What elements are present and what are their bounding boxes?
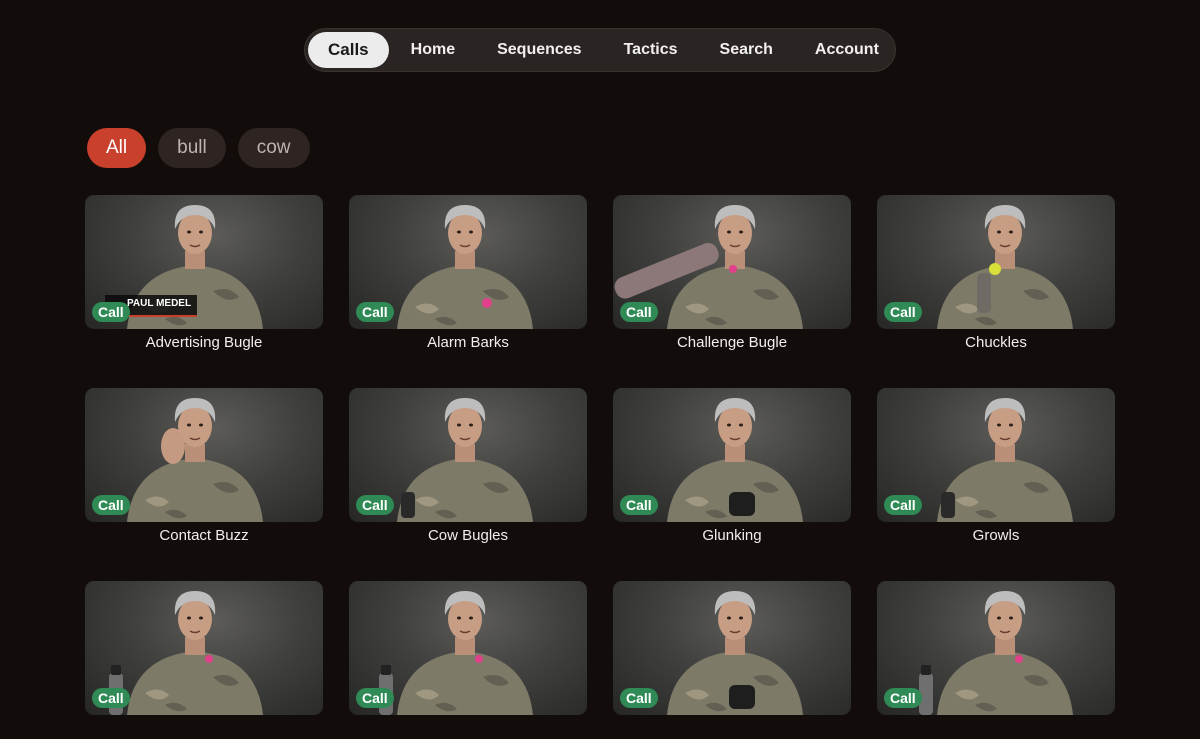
call-card[interactable]: PAUL MEDEL Call Advertising Bugle [85,195,323,353]
call-badge: Call [356,302,394,322]
call-title: Contact Buzz [159,527,249,544]
call-badge: Call [884,302,922,322]
call-title: Glunking [702,527,762,544]
tab-sequences[interactable]: Sequences [477,32,601,68]
call-badge: Call [92,495,130,515]
calls-grid: PAUL MEDEL Call Advertising Bugle Call Alar… [85,195,1115,739]
call-card[interactable]: Call Cow Bugles [349,388,587,546]
video-thumbnail[interactable]: Call [349,195,587,329]
call-title: Challenge Bugle [676,334,788,351]
filter-chip-all[interactable]: All [87,128,147,168]
call-title: Advertising Bugle [145,334,263,351]
top-nav: Calls Home Sequences Tactics Search Account [304,28,896,72]
call-card[interactable]: Call Alarm Barks [349,195,587,353]
call-title [85,719,323,739]
video-thumbnail[interactable]: Call [877,388,1115,522]
call-badge: Call [92,302,130,322]
call-badge: Call [884,495,922,515]
tab-calls[interactable]: Calls [308,32,389,68]
call-badge: Call [356,495,394,515]
filter-chip-cow[interactable]: cow [237,128,310,168]
call-badge: Call [92,688,130,708]
call-title [349,719,587,739]
call-title: Alarm Barks [427,334,509,351]
call-card[interactable]: Call [613,581,851,739]
video-thumbnail[interactable]: Call [613,195,851,329]
call-badge: Call [884,688,922,708]
call-card[interactable]: Call Challenge Bugle [613,195,851,353]
call-title: Cow Bugles [427,527,509,544]
video-thumbnail[interactable]: PAUL MEDEL Call [85,195,323,329]
video-thumbnail[interactable]: Call [85,388,323,522]
tab-home[interactable]: Home [391,32,475,68]
call-title: Chuckles [965,334,1027,351]
call-card[interactable]: Call Contact Buzz [85,388,323,546]
video-thumbnail[interactable]: Call [613,388,851,522]
video-thumbnail[interactable]: Call [877,581,1115,715]
video-thumbnail[interactable]: Call [85,581,323,715]
filter-chips: All bull cow [87,128,310,168]
call-card[interactable]: Call Chuckles [877,195,1115,353]
tab-account[interactable]: Account [795,32,899,68]
call-card[interactable]: Call Growls [877,388,1115,546]
call-badge: Call [356,688,394,708]
tab-search[interactable]: Search [700,32,793,68]
video-thumbnail[interactable]: Call [877,195,1115,329]
call-badge: Call [620,302,658,322]
filter-chip-bull[interactable]: bull [158,128,226,168]
call-card[interactable]: Call [85,581,323,739]
call-badge: Call [620,495,658,515]
call-badge: Call [620,688,658,708]
call-card[interactable]: Call [877,581,1115,739]
call-title [877,719,1115,739]
tab-tactics[interactable]: Tactics [604,32,698,68]
call-card[interactable]: Call [349,581,587,739]
video-thumbnail[interactable]: Call [349,581,587,715]
video-thumbnail[interactable]: Call [349,388,587,522]
call-title [613,719,851,739]
call-card[interactable]: Call Glunking [613,388,851,546]
call-title: Growls [972,527,1020,544]
video-thumbnail[interactable]: Call [613,581,851,715]
